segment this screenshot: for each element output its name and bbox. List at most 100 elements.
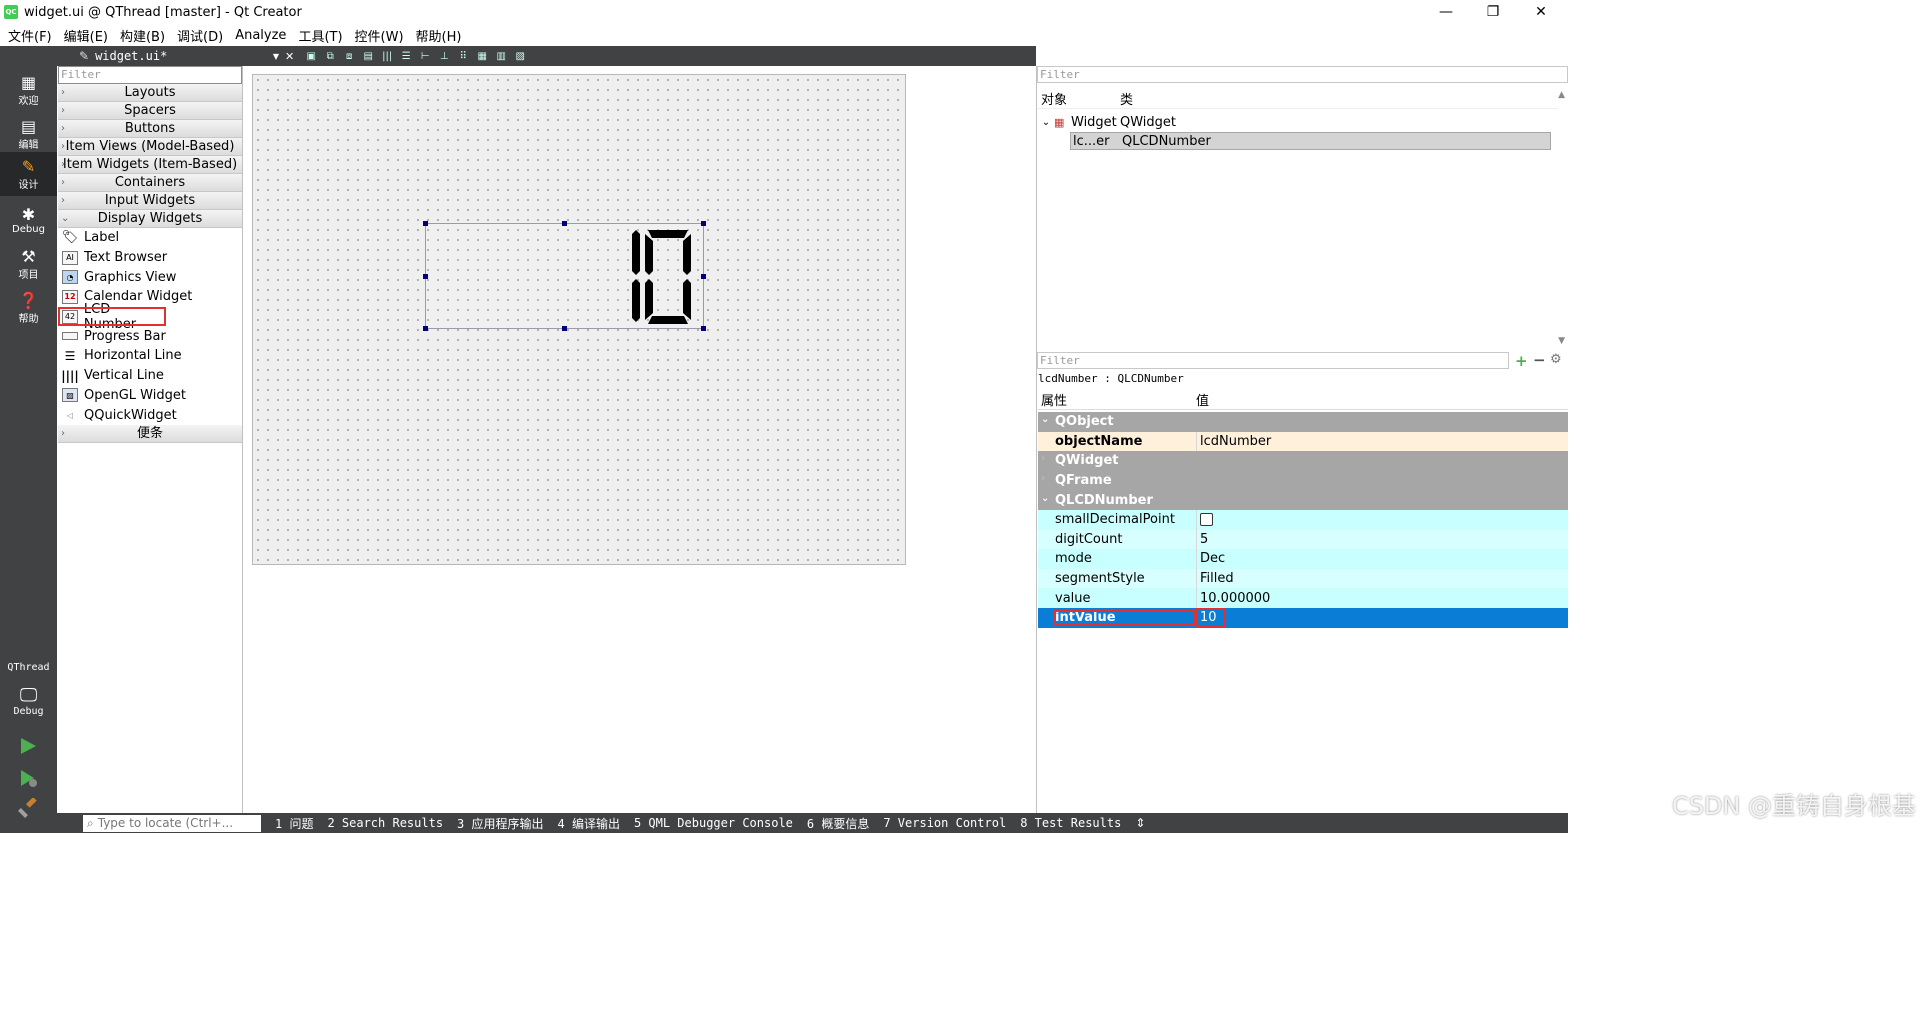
property-filter-input[interactable]: Filter — [1037, 352, 1509, 369]
kit-selector[interactable]: 🖵 Debug — [0, 678, 57, 724]
tree-row-widget[interactable]: ⌄ ▦ Widget QWidget — [1038, 113, 1553, 131]
menu-tools[interactable]: 工具(T) — [292, 26, 348, 45]
widget-item-vertical-line[interactable]: |||| Vertical Line — [58, 366, 242, 386]
output-tab-application-output[interactable]: 3 应用程序输出 — [457, 815, 543, 832]
edit-tab-order-icon[interactable]: ▤ — [359, 49, 377, 63]
tree-row-lcdnumber[interactable]: lc...er QLCDNumber — [1070, 132, 1551, 150]
resize-handle[interactable] — [562, 221, 567, 226]
close-button[interactable]: ✕ — [1518, 0, 1564, 24]
group-qobject[interactable]: ⌄ QObject — [1038, 412, 1568, 432]
edit-signals-icon[interactable]: ⧉ — [321, 49, 339, 63]
property-value[interactable] — [1196, 510, 1213, 530]
menu-help[interactable]: 帮助(H) — [410, 26, 468, 45]
remove-property-icon[interactable]: − — [1533, 351, 1546, 369]
widget-filter-input[interactable]: Filter — [58, 66, 242, 84]
edit-buddies-icon[interactable]: ⧈ — [340, 49, 358, 63]
break-layout-icon[interactable]: ▥ — [492, 49, 510, 63]
locator-input[interactable]: ⌕ Type to locate (Ctrl+... — [83, 814, 261, 832]
property-value[interactable]: lcdNumber — [1196, 431, 1271, 452]
configure-icon[interactable]: ⚙ — [1550, 352, 1562, 367]
adjust-size-icon[interactable]: ▧ — [511, 49, 529, 63]
category-input-widgets[interactable]: › Input Widgets — [58, 192, 242, 210]
widget-item-horizontal-line[interactable]: ☰ Horizontal Line — [58, 346, 242, 366]
property-mode[interactable]: mode Dec — [1038, 549, 1568, 569]
category-display-widgets[interactable]: ⌄ Display Widgets — [58, 210, 242, 228]
widget-item-progress-bar[interactable]: Progress Bar — [58, 326, 242, 346]
resize-handle[interactable] — [423, 274, 428, 279]
mode-edit[interactable]: ▤ 编辑 — [0, 112, 57, 156]
category-item-views[interactable]: › Item Views (Model-Based) — [58, 138, 242, 156]
document-selector[interactable]: ✎ widget.ui* ▼ — [79, 49, 279, 63]
category-layouts[interactable]: › Layouts — [58, 84, 242, 102]
menu-edit[interactable]: 编辑(E) — [58, 26, 114, 45]
output-tab-search-results[interactable]: 2 Search Results — [327, 816, 443, 830]
category-buttons[interactable]: › Buttons — [58, 120, 242, 138]
mode-welcome[interactable]: ▦ 欢迎 — [0, 68, 57, 112]
layout-form-icon[interactable]: ⠿ — [454, 49, 472, 63]
mode-debug[interactable]: ✱ Debug — [0, 198, 57, 242]
property-value[interactable]: Filled — [1196, 568, 1234, 589]
menu-build[interactable]: 构建(B) — [114, 26, 171, 45]
widget-item-graphics-view[interactable]: ◔ Graphics View — [58, 267, 242, 287]
form-widget[interactable]: 10 — [252, 74, 906, 565]
form-editor-canvas[interactable]: 10 — [244, 66, 1036, 813]
group-qframe[interactable]: › QFrame — [1038, 470, 1568, 491]
menu-file[interactable]: 文件(F) — [2, 26, 58, 45]
resize-handle[interactable] — [423, 326, 428, 331]
mode-projects[interactable]: ⚒ 项目 — [0, 242, 57, 286]
property-value-row[interactable]: value 10.000000 — [1038, 588, 1568, 608]
resize-handle[interactable] — [701, 326, 706, 331]
widget-item-text-browser[interactable]: AI Text Browser — [58, 248, 242, 268]
property-intvalue[interactable]: intValue 10 — [1038, 608, 1568, 628]
property-objectname[interactable]: objectName lcdNumber — [1038, 431, 1568, 452]
mode-design[interactable]: ✎ 设计 — [0, 152, 57, 196]
close-document-icon[interactable]: ✕ — [285, 50, 294, 63]
resize-handle[interactable] — [423, 221, 428, 226]
layout-vertical-icon[interactable]: ☰ — [397, 49, 415, 63]
debug-run-button[interactable] — [18, 768, 38, 788]
category-scratchpad[interactable]: › 便条 — [58, 424, 242, 443]
layout-h-splitter-icon[interactable]: ⊢ — [416, 49, 434, 63]
category-spacers[interactable]: › Spacers — [58, 102, 242, 120]
output-tab-general-messages[interactable]: 6 概要信息 — [807, 815, 869, 832]
category-item-widgets[interactable]: › Item Widgets (Item-Based) — [58, 156, 242, 174]
more-tabs-icon[interactable]: ⇕ — [1135, 816, 1145, 830]
scroll-down-icon[interactable]: ▼ — [1558, 336, 1565, 346]
mode-help[interactable]: ❓ 帮助 — [0, 286, 57, 330]
widget-item-opengl[interactable]: ▨ OpenGL Widget — [58, 386, 242, 406]
category-containers[interactable]: › Containers — [58, 174, 242, 192]
layout-grid-icon[interactable]: ▦ — [473, 49, 491, 63]
property-value[interactable]: 5 — [1196, 529, 1208, 550]
resize-handle[interactable] — [701, 221, 706, 226]
lcd-number-widget[interactable]: 10 — [423, 221, 706, 331]
resize-handle[interactable] — [701, 274, 706, 279]
menu-analyze[interactable]: Analyze — [229, 28, 292, 43]
property-value[interactable]: 10 — [1196, 608, 1226, 628]
property-value[interactable]: 10.000000 — [1196, 588, 1270, 608]
output-tab-compile-output[interactable]: 4 编译输出 — [558, 815, 620, 832]
menu-debug[interactable]: 调试(D) — [171, 26, 229, 45]
run-button[interactable] — [18, 736, 38, 756]
build-button[interactable] — [18, 797, 38, 818]
output-tab-issues[interactable]: 1 问题 — [275, 815, 313, 832]
property-digitcount[interactable]: digitCount 5 — [1038, 529, 1568, 550]
widget-item-label[interactable]: 🏷 Label — [58, 228, 242, 248]
object-filter-input[interactable]: Filter — [1037, 66, 1568, 83]
checkbox[interactable] — [1200, 513, 1213, 527]
group-qlcdnumber[interactable]: ⌄ QLCDNumber — [1038, 490, 1568, 510]
add-property-icon[interactable]: + — [1515, 352, 1528, 370]
layout-horizontal-icon[interactable]: ||| — [378, 49, 396, 63]
menu-widgets[interactable]: 控件(W) — [349, 26, 410, 45]
edit-widgets-icon[interactable]: ▣ — [302, 49, 320, 63]
layout-v-splitter-icon[interactable]: ⊥ — [435, 49, 453, 63]
scroll-up-icon[interactable]: ▲ — [1558, 90, 1565, 100]
restore-button[interactable]: ❐ — [1470, 0, 1516, 24]
output-tab-test-results[interactable]: 8 Test Results — [1020, 816, 1121, 830]
widget-item-lcd-number[interactable]: 42 LCD Number — [58, 302, 166, 332]
output-tab-qml-debugger[interactable]: 5 QML Debugger Console — [634, 816, 793, 830]
property-segmentstyle[interactable]: segmentStyle Filled — [1038, 568, 1568, 589]
resize-handle[interactable] — [562, 326, 567, 331]
property-smalldecimalpoint[interactable]: smallDecimalPoint — [1038, 510, 1568, 530]
property-value[interactable]: Dec — [1196, 549, 1225, 569]
group-qwidget[interactable]: › QWidget — [1038, 451, 1568, 471]
